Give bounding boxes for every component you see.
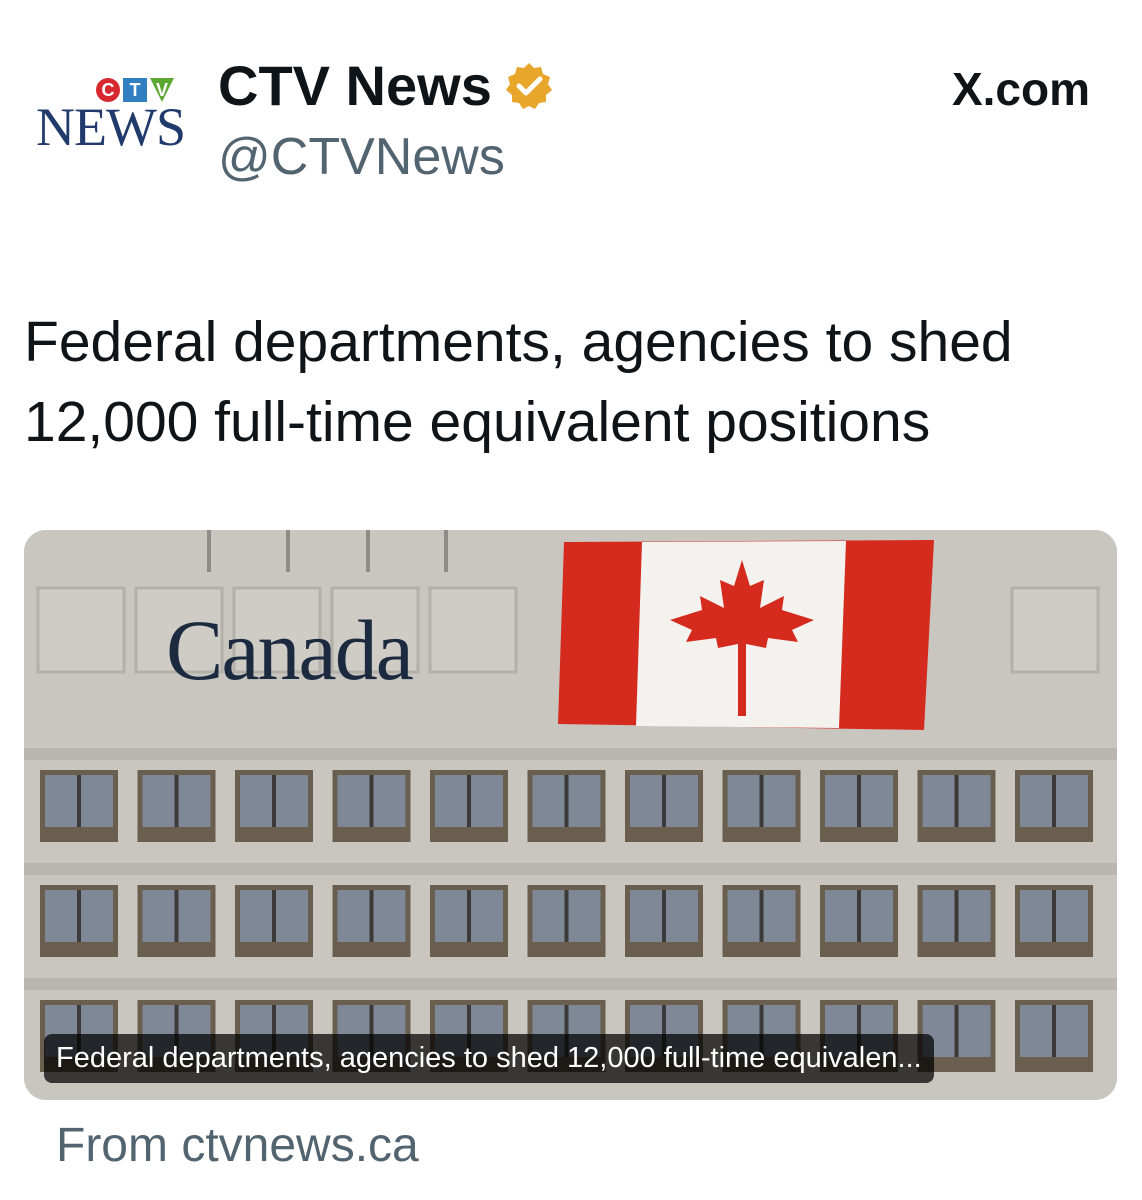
window-grid — [24, 748, 1117, 1072]
ctv-news-logo[interactable]: C T V NEWS — [36, 78, 188, 158]
account-info[interactable]: CTV News @CTVNews — [218, 54, 554, 188]
building-sign: Canada — [166, 602, 414, 698]
card-caption[interactable]: Federal departments, agencies to shed 12… — [44, 1034, 934, 1083]
link-preview-card[interactable]: Canada Federal departments, agencies to … — [24, 530, 1117, 1100]
link-source[interactable]: From ctvnews.ca — [56, 1118, 419, 1173]
canada-flag — [558, 540, 934, 730]
verified-badge-icon — [505, 63, 552, 109]
display-name-text: CTV News — [218, 54, 492, 117]
account-handle[interactable]: @CTVNews — [218, 126, 554, 188]
site-label: X.com — [951, 63, 1090, 115]
display-name[interactable]: CTV News — [218, 54, 554, 118]
ctv-news-wordmark: NEWS — [36, 97, 186, 157]
post-header: C T V NEWS CTV News @CTVNews X.com — [0, 0, 1142, 200]
post-headline: Federal departments, agencies to shed 12… — [24, 310, 1013, 454]
